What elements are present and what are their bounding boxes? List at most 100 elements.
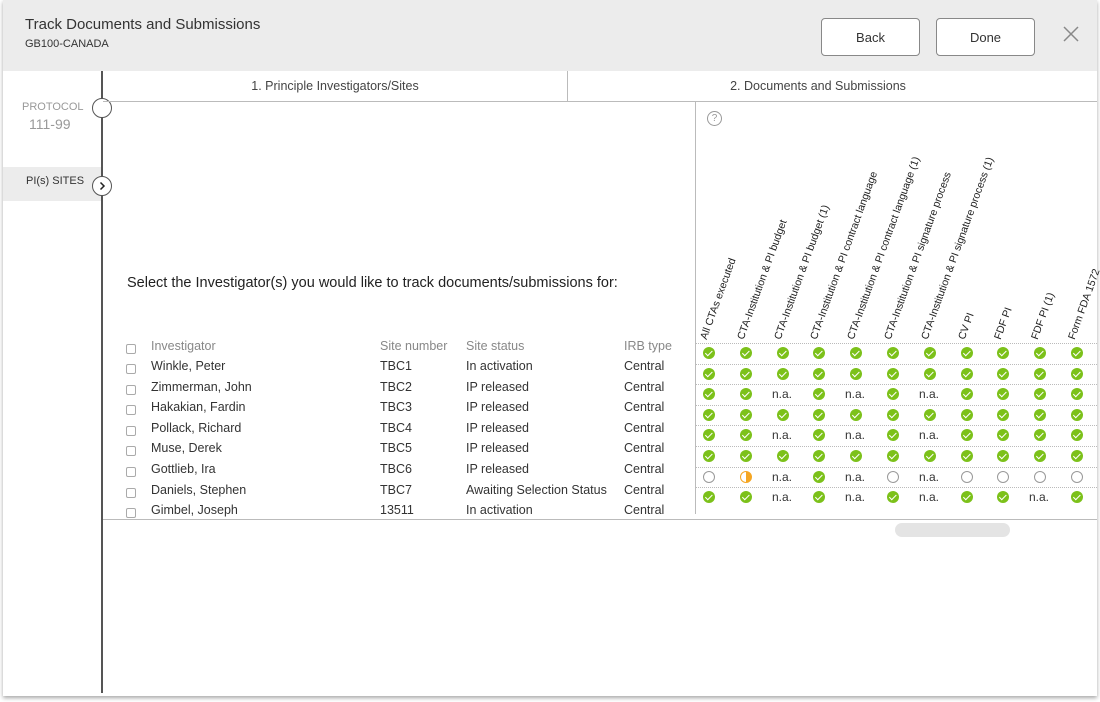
check-circle-icon[interactable]: [887, 368, 899, 380]
check-circle-icon[interactable]: [997, 450, 1009, 462]
check-circle-icon[interactable]: [703, 347, 715, 359]
select-all-checkbox[interactable]: [126, 344, 136, 354]
chevron-right-icon[interactable]: [92, 176, 112, 196]
tab-documents-submissions[interactable]: 2. Documents and Submissions: [568, 71, 1068, 101]
check-circle-icon[interactable]: [740, 450, 752, 462]
check-circle-icon[interactable]: [924, 347, 936, 359]
row-checkbox[interactable]: [126, 467, 136, 477]
check-circle-icon[interactable]: [961, 429, 973, 441]
check-circle-icon[interactable]: [813, 368, 825, 380]
check-circle-icon[interactable]: [850, 409, 862, 421]
check-circle-icon[interactable]: [740, 429, 752, 441]
check-circle-icon[interactable]: [703, 429, 715, 441]
check-circle-icon[interactable]: [740, 491, 752, 503]
check-circle-icon[interactable]: [924, 409, 936, 421]
site-status: IP released: [466, 462, 530, 476]
horizontal-scrollbar[interactable]: [895, 523, 1010, 537]
done-button[interactable]: Done: [936, 18, 1035, 56]
check-circle-icon[interactable]: [1071, 450, 1083, 462]
check-circle-icon[interactable]: [887, 491, 899, 503]
row-checkbox[interactable]: [126, 488, 136, 498]
check-circle-icon[interactable]: [777, 450, 789, 462]
check-circle-icon[interactable]: [961, 409, 973, 421]
empty-circle-icon[interactable]: [703, 471, 715, 483]
irb-type-header[interactable]: IRB type: [624, 339, 672, 353]
back-button[interactable]: Back: [821, 18, 920, 56]
check-circle-icon[interactable]: [850, 368, 862, 380]
empty-circle-icon[interactable]: [961, 471, 973, 483]
check-circle-icon[interactable]: [961, 368, 973, 380]
row-checkbox[interactable]: [126, 385, 136, 395]
not-applicable-label: n.a.: [845, 470, 866, 484]
check-circle-icon[interactable]: [924, 368, 936, 380]
check-circle-icon[interactable]: [924, 450, 936, 462]
check-circle-icon[interactable]: [997, 388, 1009, 400]
check-circle-icon[interactable]: [813, 450, 825, 462]
check-circle-icon[interactable]: [887, 388, 899, 400]
check-circle-icon[interactable]: [740, 368, 752, 380]
check-circle-icon[interactable]: [813, 409, 825, 421]
check-circle-icon[interactable]: [703, 368, 715, 380]
check-circle-icon[interactable]: [1034, 429, 1046, 441]
check-circle-icon[interactable]: [1034, 388, 1046, 400]
empty-circle-icon[interactable]: [887, 471, 899, 483]
check-circle-icon[interactable]: [813, 347, 825, 359]
row-checkbox[interactable]: [126, 508, 136, 518]
check-circle-icon[interactable]: [1071, 491, 1083, 503]
check-circle-icon[interactable]: [703, 450, 715, 462]
check-circle-icon[interactable]: [887, 347, 899, 359]
check-circle-icon[interactable]: [997, 368, 1009, 380]
check-circle-icon[interactable]: [740, 388, 752, 400]
check-circle-icon[interactable]: [1071, 347, 1083, 359]
row-checkbox[interactable]: [126, 426, 136, 436]
table-bottom-divider: [103, 519, 1097, 520]
empty-circle-icon[interactable]: [1071, 471, 1083, 483]
check-circle-icon[interactable]: [997, 491, 1009, 503]
tab-principle-investigators[interactable]: 1. Principle Investigators/Sites: [103, 71, 568, 101]
check-circle-icon[interactable]: [777, 347, 789, 359]
check-circle-icon[interactable]: [703, 491, 715, 503]
check-circle-icon[interactable]: [740, 347, 752, 359]
check-circle-icon[interactable]: [961, 388, 973, 400]
row-checkbox[interactable]: [126, 405, 136, 415]
check-circle-icon[interactable]: [850, 450, 862, 462]
check-circle-icon[interactable]: [703, 388, 715, 400]
row-separator: [696, 343, 1097, 344]
check-circle-icon[interactable]: [1034, 450, 1046, 462]
check-circle-icon[interactable]: [1034, 409, 1046, 421]
check-circle-icon[interactable]: [961, 450, 973, 462]
check-circle-icon[interactable]: [813, 429, 825, 441]
site-status-header[interactable]: Site status: [466, 339, 524, 353]
investigator-header[interactable]: Investigator: [151, 339, 216, 353]
check-circle-icon[interactable]: [813, 471, 825, 483]
check-circle-icon[interactable]: [850, 347, 862, 359]
check-circle-icon[interactable]: [997, 347, 1009, 359]
check-circle-icon[interactable]: [777, 368, 789, 380]
empty-circle-icon[interactable]: [997, 471, 1009, 483]
check-circle-icon[interactable]: [1071, 388, 1083, 400]
check-circle-icon[interactable]: [1034, 347, 1046, 359]
check-circle-icon[interactable]: [887, 409, 899, 421]
check-circle-icon[interactable]: [1071, 368, 1083, 380]
row-checkbox[interactable]: [126, 446, 136, 456]
check-circle-icon[interactable]: [740, 409, 752, 421]
close-icon[interactable]: [1061, 24, 1081, 44]
check-circle-icon[interactable]: [1071, 409, 1083, 421]
check-circle-icon[interactable]: [777, 409, 789, 421]
check-circle-icon[interactable]: [1071, 429, 1083, 441]
in-progress-icon[interactable]: [740, 471, 752, 483]
row-checkbox[interactable]: [126, 364, 136, 374]
check-circle-icon[interactable]: [813, 388, 825, 400]
check-circle-icon[interactable]: [887, 450, 899, 462]
check-circle-icon[interactable]: [703, 409, 715, 421]
site-number: 13511: [380, 503, 414, 517]
check-circle-icon[interactable]: [997, 429, 1009, 441]
check-circle-icon[interactable]: [961, 347, 973, 359]
check-circle-icon[interactable]: [887, 429, 899, 441]
check-circle-icon[interactable]: [997, 409, 1009, 421]
check-circle-icon[interactable]: [813, 491, 825, 503]
check-circle-icon[interactable]: [1034, 368, 1046, 380]
check-circle-icon[interactable]: [961, 491, 973, 503]
empty-circle-icon[interactable]: [1034, 471, 1046, 483]
site-number-header[interactable]: Site number: [380, 339, 447, 353]
